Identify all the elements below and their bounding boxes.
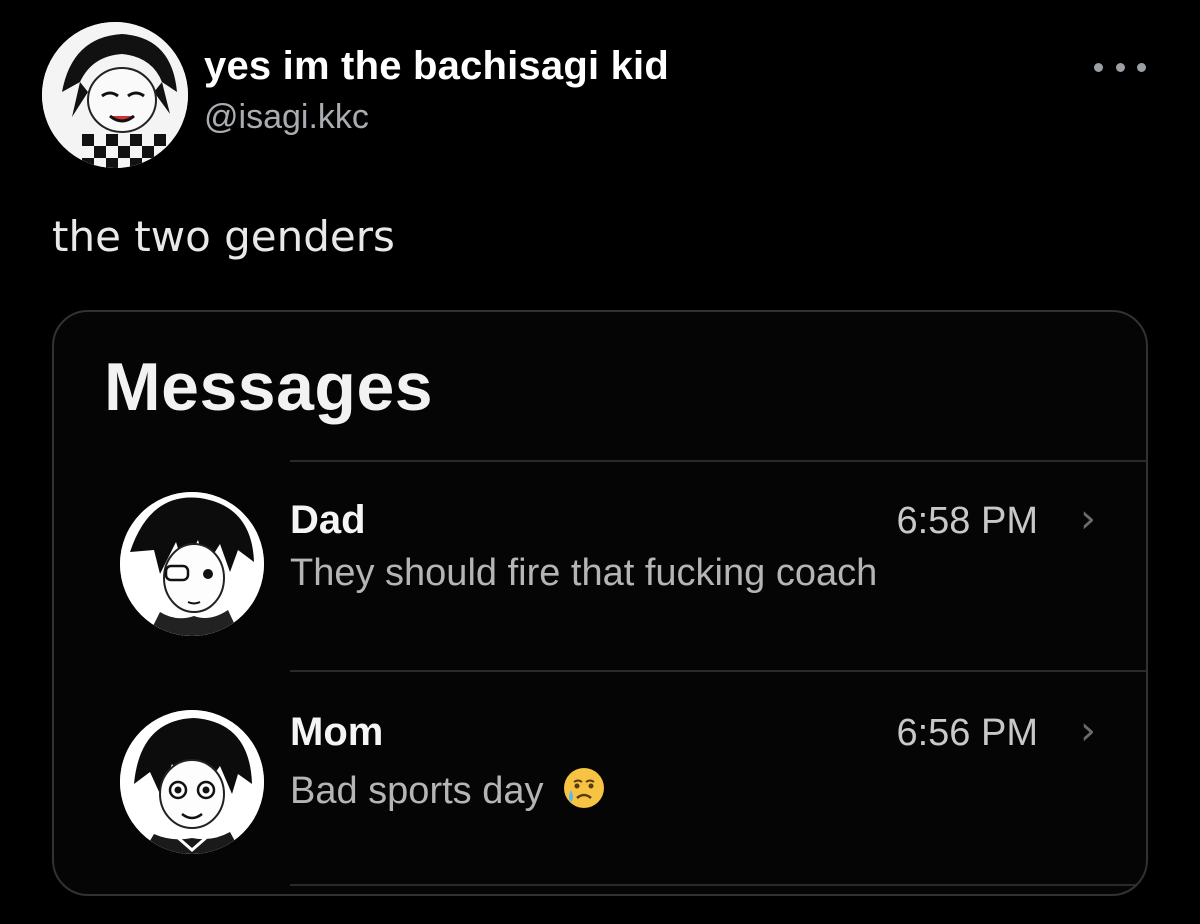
- manga-avatar-dad-icon: [120, 492, 264, 636]
- tweet-page: yes im the bachisagi kid @isagi.kkc the …: [0, 0, 1200, 924]
- tweet-text: the two genders: [52, 212, 395, 261]
- messages-title: Messages: [104, 349, 434, 425]
- display-name[interactable]: yes im the bachisagi kid: [204, 44, 669, 89]
- dot: [1137, 62, 1146, 72]
- profile-avatar[interactable]: [42, 22, 188, 168]
- tweet-media-card[interactable]: Messages Dad 6:58 PM › They should fire …: [52, 310, 1148, 896]
- chevron-right-icon[interactable]: ›: [1080, 496, 1096, 542]
- conversation-time: 6:58 PM: [896, 500, 1038, 542]
- conversation-name: Mom: [290, 710, 384, 754]
- divider: [290, 884, 1146, 886]
- conversation-preview: Bad sports day: [290, 770, 544, 813]
- dot: [1115, 62, 1125, 72]
- chevron-right-icon[interactable]: ›: [1080, 708, 1096, 754]
- crying-face-emoji-icon: [562, 766, 606, 820]
- more-dots-icon[interactable]: [1094, 52, 1146, 82]
- conversation-time: 6:56 PM: [896, 712, 1038, 754]
- manga-avatar-mom-icon: [120, 710, 264, 854]
- conversation-row-mom[interactable]: Mom 6:56 PM › Bad sports day: [54, 672, 1146, 882]
- conversation-preview: They should fire that fucking coach: [290, 552, 878, 594]
- conversation-row-dad[interactable]: Dad 6:58 PM › They should fire that fuck…: [54, 462, 1146, 672]
- user-handle[interactable]: @isagi.kkc: [204, 98, 369, 137]
- conversation-name: Dad: [290, 498, 366, 542]
- dot: [1094, 62, 1103, 72]
- conversation-preview-wrap: Bad sports day: [290, 766, 606, 820]
